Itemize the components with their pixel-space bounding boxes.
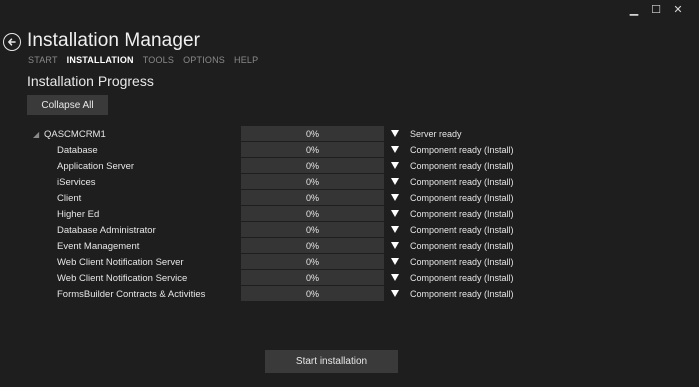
server-row[interactable]: ◢ QASCMCRM1 0% Server ready [0, 126, 699, 142]
progress-text: 0% [305, 128, 319, 139]
nav-options[interactable]: OPTIONS [183, 55, 225, 65]
status-text: Server ready [410, 129, 462, 139]
component-row[interactable]: iServices 0% Component ready (Install) [0, 174, 699, 190]
component-row[interactable]: Database Administrator 0% Component read… [0, 222, 699, 238]
collapse-all-button[interactable]: Collapse All [27, 95, 108, 115]
section-title: Installation Progress [27, 73, 154, 89]
component-name: Database Administrator [57, 225, 156, 236]
progress-bar: 0% [241, 174, 384, 189]
component-name: Web Client Notification Server [57, 257, 184, 268]
component-row[interactable]: FormsBuilder Contracts & Activities 0% C… [0, 286, 699, 302]
status-text: Component ready (Install) [410, 193, 514, 203]
progress-bar: 0% [241, 126, 384, 141]
progress-text: 0% [305, 208, 319, 219]
caret-down-icon[interactable] [391, 146, 399, 153]
status-text: Component ready (Install) [410, 145, 514, 155]
progress-text: 0% [305, 256, 319, 267]
progress-text: 0% [305, 192, 319, 203]
server-name: QASCMCRM1 [44, 129, 106, 140]
status-text: Component ready (Install) [410, 225, 514, 235]
progress-text: 0% [305, 224, 319, 235]
component-name: Event Management [57, 241, 140, 252]
progress-text: 0% [305, 240, 319, 251]
progress-text: 0% [305, 288, 319, 299]
status-text: Component ready (Install) [410, 289, 514, 299]
caret-down-icon[interactable] [391, 258, 399, 265]
component-row[interactable]: Application Server 0% Component ready (I… [0, 158, 699, 174]
component-row[interactable]: Web Client Notification Server 0% Compon… [0, 254, 699, 270]
component-name: Higher Ed [57, 209, 100, 220]
component-row[interactable]: Higher Ed 0% Component ready (Install) [0, 206, 699, 222]
component-name: Database [57, 145, 98, 156]
progress-bar: 0% [241, 270, 384, 285]
component-name: Application Server [57, 161, 135, 172]
component-row[interactable]: Client 0% Component ready (Install) [0, 190, 699, 206]
window-controls: ▁ ☐ ✕ [623, 3, 689, 17]
progress-text: 0% [305, 272, 319, 283]
component-row[interactable]: Web Client Notification Service 0% Compo… [0, 270, 699, 286]
close-button[interactable]: ✕ [667, 3, 689, 17]
progress-text: 0% [305, 160, 319, 171]
progress-bar: 0% [241, 190, 384, 205]
component-name: Web Client Notification Service [57, 273, 188, 284]
progress-text: 0% [305, 176, 319, 187]
start-installation-button[interactable]: Start installation [265, 350, 398, 373]
nav-installation[interactable]: INSTALLATION [67, 55, 134, 65]
status-text: Component ready (Install) [410, 177, 514, 187]
progress-bar: 0% [241, 286, 384, 301]
caret-down-icon[interactable] [391, 226, 399, 233]
progress-bar: 0% [241, 142, 384, 157]
component-row[interactable]: Database 0% Component ready (Install) [0, 142, 699, 158]
back-button[interactable] [3, 33, 21, 51]
nav-start[interactable]: START [28, 55, 58, 65]
progress-bar: 0% [241, 222, 384, 237]
status-text: Component ready (Install) [410, 241, 514, 251]
status-text: Component ready (Install) [410, 257, 514, 267]
maximize-button[interactable]: ☐ [645, 3, 667, 17]
nav-tools[interactable]: TOOLS [143, 55, 174, 65]
progress-text: 0% [305, 144, 319, 155]
caret-down-icon[interactable] [391, 274, 399, 281]
caret-down-icon[interactable] [391, 210, 399, 217]
caret-down-icon[interactable] [391, 162, 399, 169]
progress-bar: 0% [241, 254, 384, 269]
status-text: Component ready (Install) [410, 161, 514, 171]
expander-icon[interactable]: ◢ [33, 131, 39, 139]
nav-help[interactable]: HELP [234, 55, 258, 65]
arrow-left-icon [8, 38, 16, 46]
component-row[interactable]: Event Management 0% Component ready (Ins… [0, 238, 699, 254]
progress-bar: 0% [241, 238, 384, 253]
caret-down-icon[interactable] [391, 130, 399, 137]
caret-down-icon[interactable] [391, 290, 399, 297]
caret-down-icon[interactable] [391, 194, 399, 201]
caret-down-icon[interactable] [391, 242, 399, 249]
progress-bar: 0% [241, 206, 384, 221]
component-name: Client [57, 193, 82, 204]
caret-down-icon[interactable] [391, 178, 399, 185]
component-name: FormsBuilder Contracts & Activities [57, 289, 206, 300]
status-text: Component ready (Install) [410, 273, 514, 283]
status-text: Component ready (Install) [410, 209, 514, 219]
progress-bar: 0% [241, 158, 384, 173]
minimize-button[interactable]: ▁ [623, 3, 645, 17]
app-title: Installation Manager [27, 30, 201, 51]
component-name: iServices [57, 177, 96, 188]
top-nav: START INSTALLATION TOOLS OPTIONS HELP [28, 55, 258, 65]
